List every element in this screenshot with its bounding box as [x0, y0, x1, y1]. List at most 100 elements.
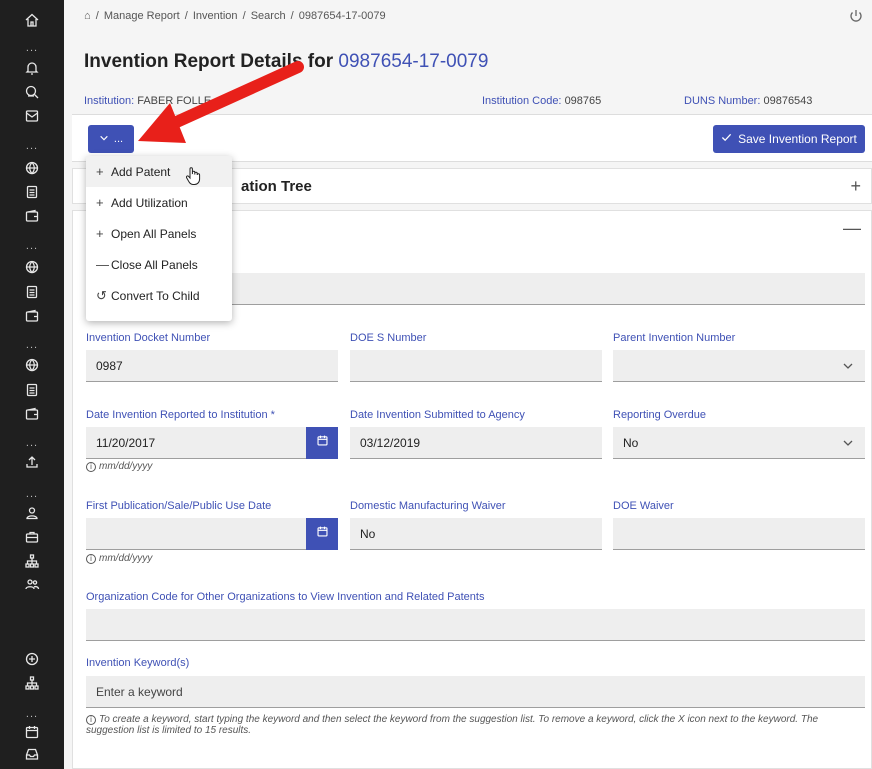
breadcrumb-item[interactable]: Manage Report: [104, 10, 180, 22]
users-icon[interactable]: [20, 574, 44, 594]
inbox-icon[interactable]: [20, 744, 44, 764]
actions-dropdown-menu: + Add Patent + Add Utilization + Open Al…: [86, 156, 232, 321]
globe-icon[interactable]: [20, 257, 44, 277]
breadcrumb-separator: /: [242, 10, 246, 22]
breadcrumb-separator: /: [290, 10, 294, 22]
parent-invention-label: Parent Invention Number: [613, 332, 736, 344]
duns-label: DUNS Number:: [684, 95, 761, 107]
institution-info: Institution: FABER FOLLE...: [84, 95, 220, 107]
first-publication-field[interactable]: [86, 518, 306, 550]
institution-code-value: 098765: [564, 95, 602, 107]
home-icon[interactable]: ⌂: [84, 10, 91, 22]
calendar-button[interactable]: [306, 518, 338, 550]
more-icon[interactable]: ...: [20, 438, 44, 449]
menu-item-add-patent[interactable]: + Add Patent: [86, 156, 232, 187]
date-format-hint-text: mm/dd/yyyy: [99, 461, 153, 472]
parent-invention-select[interactable]: [613, 350, 865, 382]
manufacturing-waiver-field[interactable]: No: [350, 518, 602, 550]
org-chart-icon[interactable]: [20, 673, 44, 693]
hand-cursor-icon: [184, 166, 202, 186]
menu-item-close-all-panels[interactable]: — Close All Panels: [86, 249, 232, 280]
info-icon: i: [86, 554, 96, 564]
duns-info: DUNS Number: 09876543: [684, 95, 812, 107]
menu-item-open-all-panels[interactable]: + Open All Panels: [86, 218, 232, 249]
date-reported-label: Date Invention Reported to Institution *: [86, 409, 275, 421]
more-icon[interactable]: ...: [20, 141, 44, 152]
docket-number-field[interactable]: 0987: [86, 350, 338, 382]
menu-item-convert-to-child[interactable]: ↺ Convert To Child: [86, 280, 232, 311]
more-icon[interactable]: ...: [20, 489, 44, 500]
info-icon: i: [86, 462, 96, 472]
undo-icon: ↺: [96, 287, 107, 303]
docket-number-label: Invention Docket Number: [86, 332, 211, 344]
menu-item-label: Convert To Child: [111, 288, 200, 303]
globe-icon[interactable]: [20, 158, 44, 178]
globe-icon[interactable]: [20, 355, 44, 375]
wallet-icon[interactable]: [20, 306, 44, 326]
keyword-placeholder: Enter a keyword: [96, 684, 183, 699]
save-invention-report-button[interactable]: Save Invention Report: [713, 125, 865, 153]
keyword-hint-text: To create a keyword, start typing the ke…: [86, 714, 819, 736]
doe-waiver-label: DOE Waiver: [613, 500, 674, 512]
institution-info-bar: Institution: FABER FOLLE... Institution …: [72, 94, 872, 112]
chevron-down-icon[interactable]: [841, 359, 855, 373]
keyword-input[interactable]: Enter a keyword: [86, 676, 865, 708]
action-toolbar: ... Save Invention Report: [72, 114, 872, 162]
menu-item-label: Open All Panels: [111, 226, 197, 241]
breadcrumb-item[interactable]: Invention: [193, 10, 238, 22]
panel-title: ation Tree: [241, 178, 312, 195]
institution-code-info: Institution Code: 098765: [482, 95, 601, 107]
date-reported-field[interactable]: 11/20/2017: [86, 427, 306, 459]
doe-waiver-field[interactable]: [613, 518, 865, 550]
save-button-label: Save Invention Report: [738, 132, 857, 146]
institution-label: Institution:: [84, 95, 135, 107]
date-format-hint-text: mm/dd/yyyy: [99, 553, 153, 564]
actions-menu-label: ...: [113, 133, 124, 145]
collapse-icon[interactable]: —: [843, 219, 861, 237]
mail-icon[interactable]: [20, 106, 44, 126]
keyword-label: Invention Keyword(s): [86, 657, 190, 669]
doe-s-number-field[interactable]: [350, 350, 602, 382]
page-title: Invention Report Details for 0987654-17-…: [84, 51, 488, 73]
document-icon[interactable]: [20, 380, 44, 400]
minus-icon: —: [96, 257, 109, 272]
plus-icon: +: [96, 164, 104, 179]
org-code-field[interactable]: [86, 609, 865, 641]
briefcase-icon[interactable]: [20, 527, 44, 547]
calendar-icon[interactable]: [20, 722, 44, 742]
date-submitted-field[interactable]: 03/12/2019: [350, 427, 602, 459]
search-icon[interactable]: [20, 82, 44, 102]
chevron-down-icon: [99, 133, 109, 146]
wallet-icon[interactable]: [20, 404, 44, 424]
org-chart-icon[interactable]: [20, 551, 44, 571]
more-icon[interactable]: ...: [20, 340, 44, 351]
document-icon[interactable]: [20, 182, 44, 202]
calendar-button[interactable]: [306, 427, 338, 459]
menu-item-add-utilization[interactable]: + Add Utilization: [86, 187, 232, 218]
user-icon[interactable]: [20, 503, 44, 523]
breadcrumb-item[interactable]: Search: [251, 10, 286, 22]
reporting-overdue-value: No: [623, 435, 639, 450]
bell-icon[interactable]: [20, 58, 44, 78]
expand-icon[interactable]: +: [850, 177, 861, 195]
calendar-icon: [316, 434, 329, 452]
more-icon[interactable]: ...: [20, 43, 44, 54]
reporting-overdue-select[interactable]: No: [613, 427, 865, 459]
breadcrumb: ⌂ / Manage Report / Invention / Search /…: [84, 10, 388, 22]
more-icon[interactable]: ...: [20, 241, 44, 252]
menu-item-label: Add Utilization: [111, 195, 188, 210]
document-icon[interactable]: [20, 282, 44, 302]
duns-value: 09876543: [763, 95, 813, 107]
wallet-icon[interactable]: [20, 206, 44, 226]
home-icon[interactable]: [20, 10, 44, 30]
actions-menu-button[interactable]: ...: [88, 125, 134, 153]
plus-icon: +: [96, 226, 104, 241]
upload-icon[interactable]: [20, 452, 44, 472]
chevron-down-icon[interactable]: [841, 436, 855, 450]
date-format-hint: i mm/dd/yyyy: [86, 553, 152, 564]
power-icon[interactable]: [848, 8, 864, 24]
more-icon[interactable]: ...: [20, 709, 44, 720]
breadcrumb-separator: /: [95, 10, 99, 22]
manufacturing-waiver-label: Domestic Manufacturing Waiver: [350, 500, 506, 512]
add-circle-icon[interactable]: [20, 649, 44, 669]
